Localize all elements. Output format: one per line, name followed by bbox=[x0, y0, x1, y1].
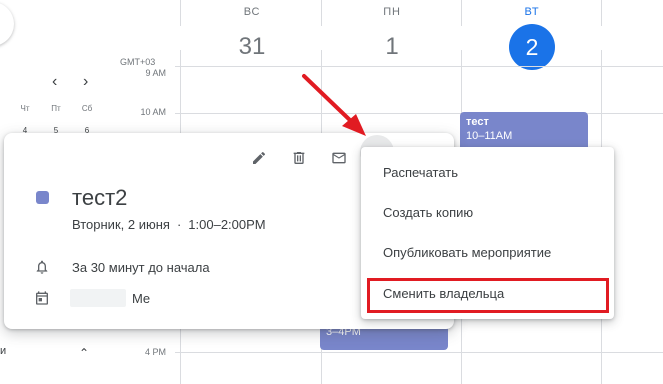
highlight-annotation bbox=[367, 278, 609, 313]
mini-weekday: Сб bbox=[81, 104, 93, 113]
mini-calendar-next-icon[interactable]: › bbox=[83, 73, 88, 91]
menu-item-print[interactable]: Распечатать bbox=[361, 153, 614, 193]
event-date: Вторник, 2 июня bbox=[72, 217, 170, 232]
owner-text: Me bbox=[132, 291, 151, 306]
mini-weekday: Чт bbox=[20, 104, 30, 113]
timezone-label: GMT+03 bbox=[120, 57, 156, 67]
day-number-today[interactable]: 2 bbox=[509, 24, 555, 70]
bell-icon bbox=[32, 257, 52, 277]
sidebar-label-fragment: и bbox=[0, 345, 7, 357]
menu-item-duplicate[interactable]: Создать копию bbox=[361, 193, 614, 233]
grid-line bbox=[461, 0, 462, 26]
day-abbr: ВТ bbox=[524, 6, 540, 18]
mini-weekday: Пт bbox=[51, 104, 61, 113]
calendar-icon bbox=[32, 288, 52, 308]
day-number[interactable]: 31 bbox=[229, 24, 275, 70]
day-abbr: ПН bbox=[383, 6, 401, 18]
event-title: тест bbox=[466, 116, 489, 128]
calendar-event[interactable]: тест 10–11AM bbox=[460, 112, 588, 152]
day-header-monday[interactable]: ПН 1 bbox=[352, 6, 432, 70]
separator: · bbox=[176, 217, 182, 232]
edit-icon[interactable] bbox=[248, 147, 270, 169]
arrow-annotation-icon bbox=[302, 74, 366, 136]
time-label: 10 AM bbox=[140, 107, 166, 117]
grid-line bbox=[175, 113, 663, 114]
grid-line bbox=[601, 0, 602, 26]
time-label: 9 AM bbox=[145, 68, 166, 78]
event-time: 1:00–2:00PM bbox=[188, 217, 266, 232]
mini-calendar-prev-icon[interactable]: ‹ bbox=[52, 73, 57, 91]
day-header-tuesday[interactable]: ВТ 2 bbox=[492, 6, 572, 70]
delete-icon[interactable] bbox=[288, 147, 310, 169]
event-color-chip bbox=[36, 191, 49, 204]
email-icon[interactable] bbox=[328, 147, 350, 169]
day-header-sunday[interactable]: ВС 31 bbox=[212, 6, 292, 70]
event-datetime: Вторник, 2 июня · 1:00–2:00PM bbox=[72, 217, 266, 232]
menu-item-publish[interactable]: Опубликовать мероприятие bbox=[361, 233, 614, 273]
event-time: 10–11AM bbox=[466, 130, 513, 142]
create-button[interactable] bbox=[0, 2, 14, 46]
chevron-up-icon[interactable]: ⌃ bbox=[79, 346, 89, 360]
time-label: 4 PM bbox=[144, 347, 166, 357]
grid-line bbox=[321, 0, 322, 26]
owner-name-redacted bbox=[70, 289, 126, 307]
grid-line bbox=[180, 0, 181, 26]
reminder-text: За 30 минут до начала bbox=[72, 260, 210, 275]
grid-line bbox=[175, 66, 663, 67]
day-abbr: ВС bbox=[243, 6, 261, 18]
grid-line bbox=[175, 352, 663, 353]
day-number[interactable]: 1 bbox=[369, 24, 415, 70]
event-title: тест2 bbox=[72, 185, 128, 210]
calendar-header: ВС 31 ПН 1 ВТ 2 bbox=[0, 0, 663, 70]
